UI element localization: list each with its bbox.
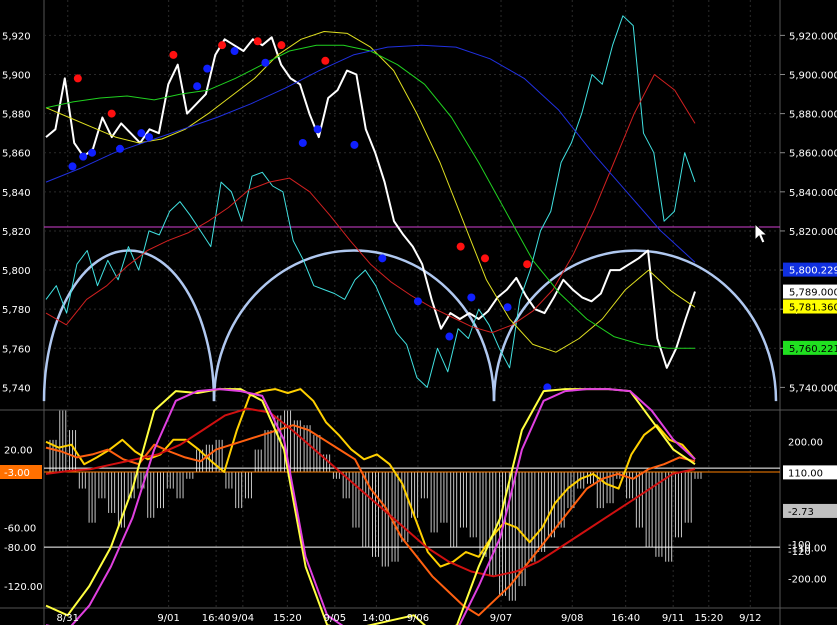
- oscillator-left-tick: -60.00: [4, 524, 36, 535]
- x-axis-label: 9/04: [232, 613, 254, 624]
- price-right-tick: 5,900.000: [789, 70, 837, 81]
- x-axis-label: 15:20: [694, 613, 723, 624]
- price-series-line: [45, 44, 695, 349]
- blue-marker-dot: [203, 64, 212, 73]
- x-axis-label: 14:00: [362, 613, 391, 624]
- trading-chart: 5,740.0005,760.0005,780.0005,800.0005,82…: [0, 0, 837, 625]
- price-left-tick: 5,840: [2, 188, 31, 199]
- blue-marker-dot: [503, 303, 512, 312]
- price-left-tick: 5,740: [2, 383, 31, 394]
- blue-marker-dot: [137, 129, 146, 138]
- x-axis-label: 9/05: [324, 613, 346, 624]
- red-marker-dot: [218, 41, 227, 50]
- price-right-tick: 5,840.000: [789, 188, 837, 199]
- blue-marker-dot: [413, 297, 422, 306]
- x-axis-label: 8/31: [57, 613, 79, 624]
- blue-marker-dot: [230, 47, 239, 56]
- price-left-tick: 5,800: [2, 266, 31, 277]
- oscillator-left-tick: -3.00: [4, 468, 30, 479]
- red-marker-dot: [321, 56, 330, 65]
- x-axis-label: 16:40: [611, 613, 640, 624]
- price-left-tick: 5,880: [2, 110, 31, 121]
- red-marker-dot: [456, 242, 465, 251]
- red-marker-dot: [481, 254, 490, 263]
- blue-marker-dot: [193, 82, 202, 91]
- blue-marker-dot: [145, 133, 154, 142]
- blue-marker-dot: [313, 125, 322, 134]
- x-axis-label: 16:40: [202, 613, 231, 624]
- x-axis-label: 9/06: [407, 613, 429, 624]
- price-series-line: [45, 44, 696, 263]
- price-left-tick: 5,760: [2, 344, 31, 355]
- cycle-arc: [42, 249, 216, 402]
- x-axis-label: 9/12: [739, 613, 761, 624]
- red-marker-dot: [169, 50, 178, 59]
- red-marker-dot: [253, 37, 262, 46]
- oscillator-right-tick: -120: [788, 547, 811, 558]
- red-marker-dot: [73, 74, 82, 83]
- oscillator-series-line: [45, 424, 696, 617]
- blue-marker-dot: [79, 152, 88, 161]
- price-value-badge-label: 5,760.221: [789, 344, 837, 355]
- oscillator-right-tick: -200.00: [788, 574, 827, 585]
- price-right-tick: 5,920.000: [789, 31, 837, 42]
- oscillator-left-tick: -120.00: [4, 582, 43, 593]
- x-axis-label: 9/11: [662, 613, 684, 624]
- price-left-tick: 5,780: [2, 305, 31, 316]
- price-right-tick: 5,860.000: [789, 149, 837, 160]
- red-marker-dot: [107, 109, 116, 118]
- blue-marker-dot: [350, 140, 359, 149]
- price-left-tick: 5,860: [2, 149, 31, 160]
- blue-marker-dot: [378, 254, 387, 263]
- oscillator-panel: [44, 388, 780, 625]
- price-right-tick: 5,820.000: [789, 227, 837, 238]
- price-left-tick: 5,900: [2, 70, 31, 81]
- blue-marker-dot: [467, 293, 476, 302]
- x-axis-label: 9/08: [561, 613, 583, 624]
- oscillator-right-tick: -2.73: [788, 507, 814, 518]
- price-value-badge-label: 5,781.360: [789, 303, 837, 314]
- price-left-tick: 5,920: [2, 31, 31, 42]
- x-axis-label: 9/07: [490, 613, 512, 624]
- blue-marker-dot: [298, 138, 307, 147]
- red-marker-dot: [277, 41, 286, 50]
- oscillator-series-line: [45, 388, 696, 568]
- price-right-tick: 5,880.000: [789, 110, 837, 121]
- price-value-badge-label: 5,800.229: [789, 266, 837, 277]
- chart-svg: 5,740.0005,760.0005,780.0005,800.0005,82…: [0, 0, 837, 625]
- cycle-arc: [492, 249, 778, 402]
- x-axis-label: 15:20: [273, 613, 302, 624]
- red-marker-dot: [523, 260, 532, 269]
- price-value-badge-label: 5,789.000: [789, 288, 837, 299]
- blue-marker-dot: [88, 148, 97, 157]
- blue-marker-dot: [68, 162, 77, 171]
- blue-marker-dot: [445, 332, 454, 341]
- x-axis-label: 9/01: [157, 613, 179, 624]
- cycle-arc: [212, 249, 496, 402]
- oscillator-right-tick: 110.00: [788, 468, 823, 479]
- blue-marker-dot: [115, 144, 124, 153]
- oscillator-left-tick: -80.00: [4, 543, 36, 554]
- blue-marker-dot: [261, 58, 270, 67]
- price-panel: [42, 15, 780, 402]
- price-left-tick: 5,820: [2, 227, 31, 238]
- price-right-tick: 5,740.000: [789, 383, 837, 394]
- oscillator-left-tick: 20.00: [4, 446, 33, 457]
- oscillator-right-tick: 200.00: [788, 438, 823, 449]
